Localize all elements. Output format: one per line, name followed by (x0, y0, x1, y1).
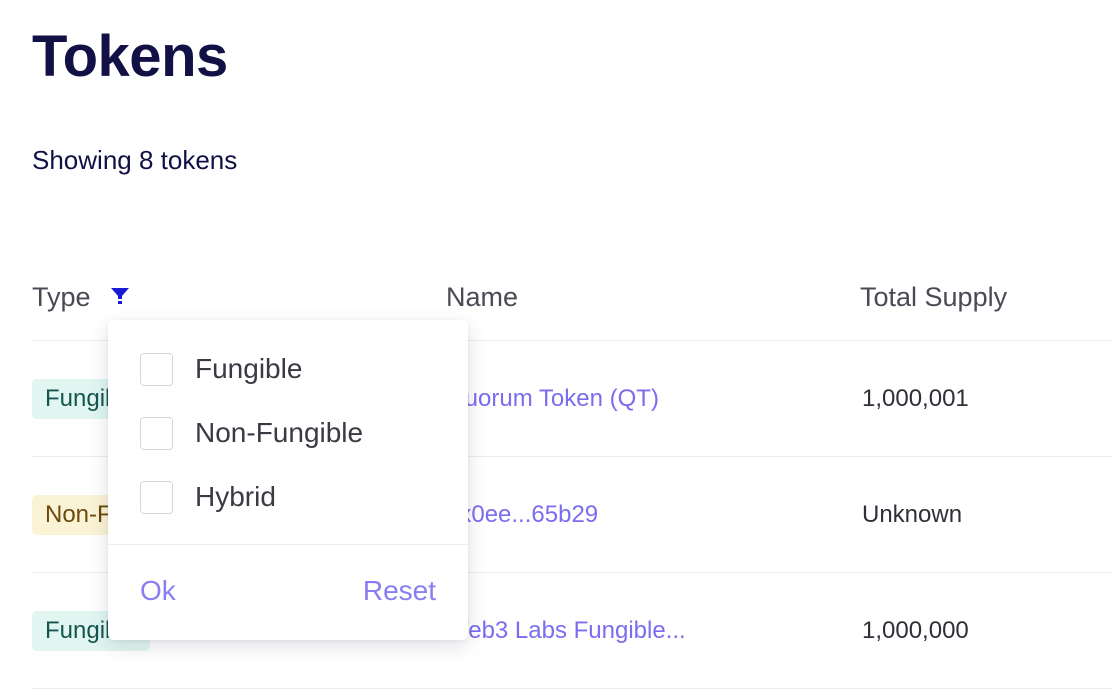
type-filter-dropdown: Fungible Non-Fungible Hybrid Ok Reset (108, 320, 468, 640)
column-header-type: Type (32, 282, 91, 312)
total-supply-value: 1,000,000 (862, 617, 969, 644)
total-supply-value: Unknown (862, 501, 963, 528)
dropdown-divider (108, 544, 468, 545)
token-name-link[interactable]: 0x0ee...65b29 (446, 499, 598, 531)
filter-icon[interactable] (110, 286, 130, 306)
token-name-link[interactable]: Quorum Token (QT) (446, 383, 659, 415)
filter-option-label: Non-Fungible (195, 417, 364, 448)
tokens-page: Tokens Showing 8 tokens Type Name Total … (0, 0, 1112, 696)
filter-option-fungible[interactable]: Fungible (140, 351, 302, 387)
fungible-checkbox[interactable] (140, 352, 173, 386)
token-count-summary: Showing 8 tokens (32, 145, 238, 175)
column-header-name: Name (446, 282, 519, 312)
token-name-link[interactable]: Web3 Labs Fungible... (446, 615, 686, 647)
column-header-total-supply: Total Supply (860, 282, 1008, 312)
filter-option-hybrid[interactable]: Hybrid (140, 479, 276, 515)
hybrid-checkbox[interactable] (140, 480, 173, 514)
filter-reset-button[interactable]: Reset (363, 574, 436, 608)
total-supply-value: 1,000,001 (862, 385, 969, 412)
filter-ok-button[interactable]: Ok (140, 574, 176, 608)
filter-option-label: Fungible (195, 353, 303, 384)
page-title: Tokens (32, 24, 228, 89)
non-fungible-checkbox[interactable] (140, 416, 173, 450)
filter-option-non-fungible[interactable]: Non-Fungible (140, 415, 363, 451)
filter-option-label: Hybrid (195, 481, 276, 512)
